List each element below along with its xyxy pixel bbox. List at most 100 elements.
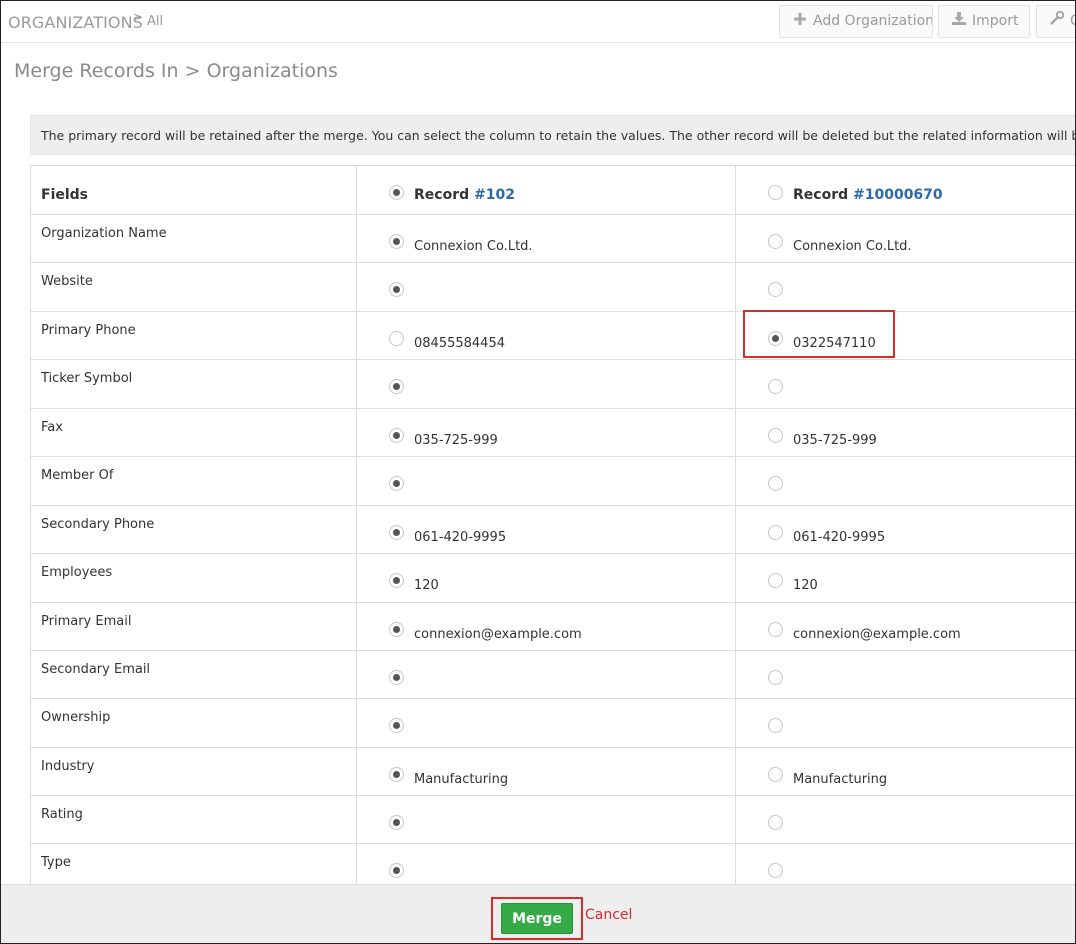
record1-id-link[interactable]: #102 — [474, 187, 515, 203]
field-name-cell: Fax — [30, 409, 356, 456]
record2-value-radio[interactable] — [768, 282, 783, 297]
record1-value-radio[interactable] — [389, 767, 404, 782]
field-name-cell: Industry — [30, 748, 356, 795]
record2-value-cell — [735, 699, 1075, 747]
import-button[interactable]: Import — [938, 5, 1030, 38]
fields-header-cell: Fields — [30, 166, 356, 214]
field-name-cell: Rating — [30, 796, 356, 843]
record2-value: 120 — [793, 578, 818, 593]
record2-value-radio[interactable] — [768, 767, 783, 782]
record1-value-cell: 120 — [356, 554, 735, 602]
record1-value-cell — [356, 360, 735, 408]
record1-value-cell — [356, 457, 735, 505]
record2-value: 035-725-999 — [793, 433, 877, 448]
record2-id-link[interactable]: #10000670 — [853, 187, 943, 203]
record2-value-radio[interactable] — [768, 670, 783, 685]
module-title[interactable]: ORGANIZATIONS — [8, 13, 143, 32]
table-row: Secondary Email — [30, 651, 1075, 699]
record2-value-radio[interactable] — [768, 476, 783, 491]
record2-value-cell: Manufacturing — [735, 748, 1075, 795]
record2-value-cell: 035-725-999 — [735, 409, 1075, 456]
record1-value-radio[interactable] — [389, 234, 404, 249]
field-name-cell: Primary Email — [30, 603, 356, 650]
field-label: Website — [41, 274, 93, 289]
record2-value-radio[interactable] — [768, 815, 783, 830]
record2-value-radio[interactable] — [768, 379, 783, 394]
record1-value-radio[interactable] — [389, 718, 404, 733]
record2-value-cell — [735, 796, 1075, 843]
add-organization-label: Add Organization — [813, 13, 933, 29]
merge-notice: The primary record will be retained afte… — [30, 115, 1076, 155]
field-label: Industry — [41, 759, 95, 774]
table-header-row: Fields Record #102 Record #10000670 — [30, 166, 1075, 215]
record2-value-radio[interactable] — [768, 428, 783, 443]
record1-value-radio[interactable] — [389, 863, 404, 878]
record1-header-cell: Record #102 — [356, 166, 735, 214]
record2-value-radio[interactable] — [768, 863, 783, 878]
record1-primary-radio[interactable] — [389, 185, 404, 200]
table-row: Rating — [30, 796, 1075, 844]
field-label: Fax — [41, 420, 63, 435]
record2-title: Record #10000670 — [793, 187, 943, 203]
table-row: Industry Manufacturing Manufacturing — [30, 748, 1075, 796]
top-bar: ORGANIZATIONS > All Add Organization Imp… — [1, 1, 1075, 43]
record2-value-cell — [735, 651, 1075, 698]
record2-value-cell — [735, 457, 1075, 505]
record1-value-cell — [356, 651, 735, 698]
breadcrumb-separator: > — [133, 10, 144, 24]
cancel-link[interactable]: Cancel — [585, 907, 632, 923]
field-label: Organization Name — [41, 226, 167, 241]
field-name-cell: Employees — [30, 554, 356, 602]
record1-value-radio[interactable] — [389, 670, 404, 685]
record1-value-radio[interactable] — [389, 573, 404, 588]
table-row: Ticker Symbol — [30, 360, 1075, 409]
record2-value-cell: connexion@example.com — [735, 603, 1075, 650]
record2-value-radio[interactable] — [768, 525, 783, 540]
table-row: Organization Name Connexion Co.Ltd. Connex… — [30, 215, 1075, 263]
record1-value-radio[interactable] — [389, 525, 404, 540]
record2-value: Connexion Co.Ltd. — [793, 239, 912, 254]
record2-value: connexion@example.com — [793, 627, 961, 642]
merge-button[interactable]: Merge — [501, 903, 573, 934]
add-organization-button[interactable]: Add Organization — [779, 5, 933, 38]
table-row: Ownership — [30, 699, 1075, 748]
plus-icon — [792, 6, 808, 37]
record1-value-radio[interactable] — [389, 428, 404, 443]
merge-notice-text: The primary record will be retained afte… — [41, 128, 1076, 143]
table-row: Secondary Phone 061-420-9995 061-420-9995 — [30, 506, 1075, 554]
field-name-cell: Member Of — [30, 457, 356, 505]
breadcrumb-all[interactable]: All — [147, 14, 163, 29]
record1-value: connexion@example.com — [414, 627, 582, 642]
table-row: Member Of — [30, 457, 1075, 506]
record1-value-cell: Manufacturing — [356, 748, 735, 795]
record1-value-radio[interactable] — [389, 282, 404, 297]
record1-value-cell: 061-420-9995 — [356, 506, 735, 553]
record1-value-radio[interactable] — [389, 379, 404, 394]
field-label: Type — [41, 855, 71, 870]
record2-value-cell: Connexion Co.Ltd. — [735, 215, 1075, 262]
fields-header: Fields — [41, 187, 89, 203]
record2-value-radio[interactable] — [768, 718, 783, 733]
record1-value-radio[interactable] — [389, 331, 404, 346]
page-title: Merge Records In > Organizations — [14, 60, 338, 82]
record2-primary-radio[interactable] — [768, 185, 783, 200]
table-row: Fax 035-725-999 035-725-999 — [30, 409, 1075, 457]
field-label: Primary Email — [41, 614, 132, 629]
record2-value-radio[interactable] — [768, 234, 783, 249]
record1-value-cell: 035-725-999 — [356, 409, 735, 456]
record1-value-cell — [356, 263, 735, 311]
field-name-cell: Ownership — [30, 699, 356, 747]
highlight-box-primary-phone — [743, 310, 895, 358]
record1-value-radio[interactable] — [389, 622, 404, 637]
import-label: Import — [972, 13, 1019, 29]
record1-value-radio[interactable] — [389, 815, 404, 830]
record1-title: Record #102 — [414, 187, 515, 203]
record1-label: Record — [414, 187, 470, 203]
record1-value-radio[interactable] — [389, 476, 404, 491]
record2-value-radio[interactable] — [768, 622, 783, 637]
record2-value-radio[interactable] — [768, 573, 783, 588]
app-frame: ORGANIZATIONS > All Add Organization Imp… — [0, 0, 1076, 944]
more-actions-button[interactable]: C — [1036, 5, 1075, 38]
record2-label: Record — [793, 187, 849, 203]
record2-value-cell — [735, 263, 1075, 311]
